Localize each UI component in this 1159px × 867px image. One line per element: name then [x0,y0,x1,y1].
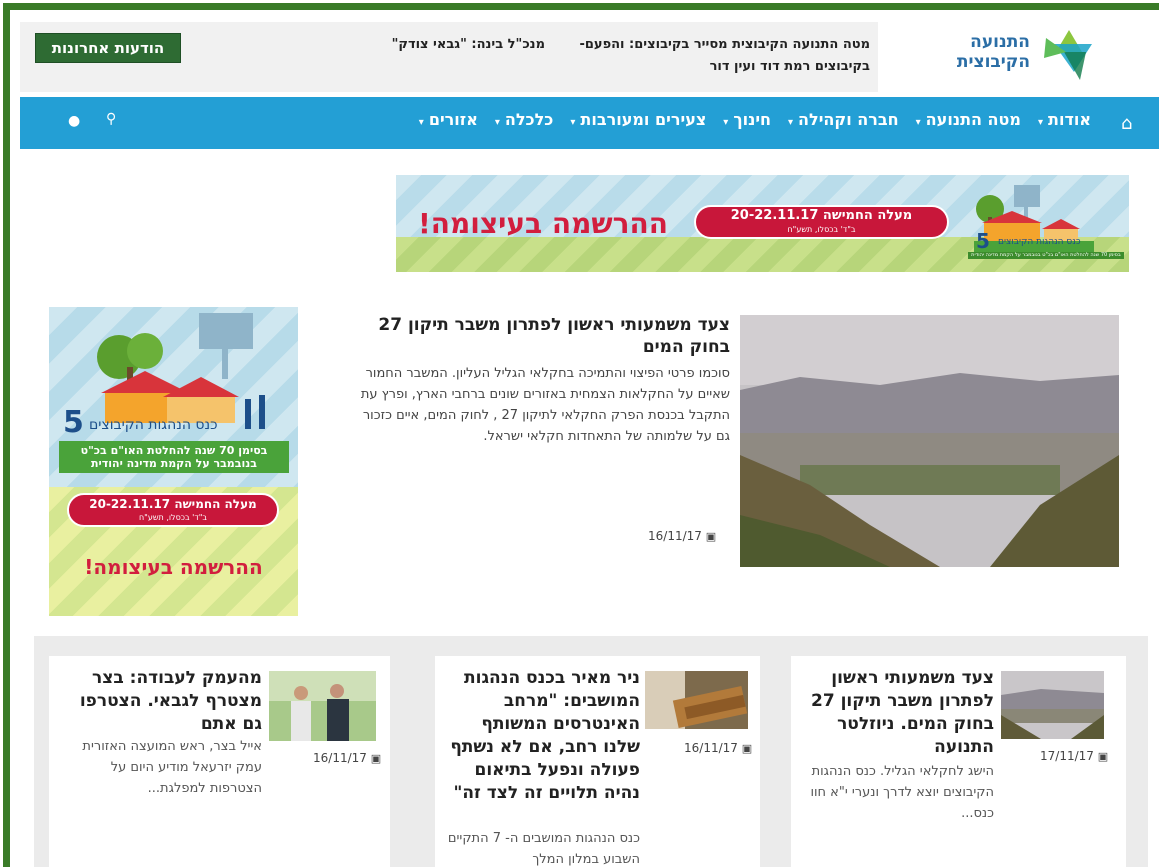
card-date: 17/11/17 ▣ [1040,749,1109,763]
banner-date-pill: מעלה החמישה 20-22.11.17 ב"ד' בכסלו, תשע"… [694,205,949,239]
bread-photo-thumbnail [645,671,748,729]
nav-menu: אודות▾ מטה התנועה▾ חברה וקהילה▾ חינוך▾ צ… [402,110,1091,129]
ad-conference-number: 5 [63,405,84,440]
site-logo[interactable]: התנועה הקיבוצית [948,24,1104,86]
card-title[interactable]: מהעמק לעבודה: בצר מצטרף לגבאי. הצטרפו גם… [72,667,262,736]
conference-banner[interactable]: ההרשמה בעיצומה! מעלה החמישה 20-22.11.17 … [396,175,1129,272]
calendar-icon: ▣ [370,752,382,765]
card-thumbnail[interactable] [1001,671,1104,739]
chevron-down-icon: ▾ [570,117,576,128]
people-photo-thumbnail [269,671,376,741]
landscape-photo [740,315,1119,567]
search-icon[interactable]: ⚲ [106,111,116,127]
calendar-icon: ▣ [1097,750,1109,763]
feature-excerpt: סוכמו פרטי הפיצוי והתמיכה בחקלאי הגליל ה… [360,366,730,444]
nav-item-youth[interactable]: צעירים ומעורבות▾ [570,110,706,129]
calendar-icon: ▣ [705,530,717,543]
card-date: 16/11/17 ▣ [313,751,382,765]
banner-pill-dates: מעלה החמישה 20-22.11.17 [730,208,913,223]
ad-date-pill: מעלה החמישה 20-22.11.17 ב"ד' בכסלו, תשע"… [67,493,279,527]
chevron-down-icon: ▾ [418,117,424,128]
feature-title[interactable]: צעד משמעותי ראשון לפתרון משבר תיקון 27 ב… [346,314,730,358]
logo-text: התנועה הקיבוצית [956,32,1030,72]
nav-item-hq[interactable]: מטה התנועה▾ [916,110,1021,129]
ad-conference-subtitle: בסימן 70 שנה להחלטת האו"ם בכ"ט בנובמבר ע… [59,441,289,473]
main-nav: ⌂ אודות▾ מטה התנועה▾ חברה וקהילה▾ חינוך▾… [20,97,1159,149]
nav-item-regions[interactable]: אזורים▾ [419,110,478,129]
card-thumbnail[interactable] [269,671,376,741]
logo-star-icon [1044,30,1092,80]
card-title[interactable]: ניר מאיר בכנס הנהגות המושבים: "מרחב האינ… [447,667,640,805]
chevron-down-icon: ▾ [788,117,794,128]
card-excerpt: הישג לחקלאי הגליל. כנס הנהגות הקיבוצים י… [810,764,994,821]
latest-news-button[interactable]: הודעות אחרונות [35,33,181,63]
ad-pill-dates: מעלה החמישה 20-22.11.17 [89,497,257,511]
banner-conference-title: כנס הנהגות הקיבוצים [998,237,1081,247]
card-date: 16/11/17 ▣ [684,741,753,755]
nav-item-community[interactable]: חברה וקהילה▾ [788,110,899,129]
nav-item-education[interactable]: חינוך▾ [723,110,771,129]
ad-cta: ההרשמה בעיצומה! [84,555,263,579]
banner-conference-number: 5 [976,229,990,253]
ad-conference-title: כנס הנהגות הקיבוצים [89,417,218,433]
card-excerpt: אייל בצר, ראש המועצה האזורית עמק יזרעאל … [82,739,262,796]
ad-pill-hebrew-date: ב"ד' בכסלו, תשע"ח [138,513,208,522]
news-ticker-main[interactable]: מטה התנועה הקיבוצית מסייר בקיבוצים: והפע… [548,34,870,78]
chevron-down-icon: ▾ [723,117,729,128]
home-icon[interactable]: ⌂ [1121,113,1132,134]
news-ticker-secondary[interactable]: מנכ"ל בינה: "גבאי צודק" [355,34,545,56]
nav-item-about[interactable]: אודות▾ [1038,110,1091,129]
card-excerpt: כנס הנהגות המושבים ה- 7 התקיים השבוע במל… [447,831,640,867]
card-thumbnail[interactable] [645,671,748,729]
nav-item-economy[interactable]: כלכלה▾ [495,110,554,129]
banner-cta: ההרשמה בעיצומה! [418,207,668,240]
banner-conference-subtitle: בסימן 70 שנה להחלטת האו"ם בכ"ט בנובמבר ע… [968,252,1124,259]
calendar-icon: ▣ [741,742,753,755]
banner-pill-hebrew-date: ב"ד' בכסלו, תשע"ח [787,225,856,234]
chevron-down-icon: ▾ [915,117,921,128]
chevron-down-icon: ▾ [494,117,500,128]
user-icon[interactable]: ● [68,113,80,129]
side-advertisement[interactable]: 5 כנס הנהגות הקיבוצים בסימן 70 שנה להחלט… [49,307,298,616]
landscape-thumbnail [1001,671,1104,739]
feature-date: 16/11/17 ▣ [648,529,717,543]
chevron-down-icon: ▾ [1038,117,1044,128]
feature-image[interactable] [740,315,1119,567]
card-title[interactable]: צעד משמעותי ראשון לפתרון משבר תיקון 27 ב… [806,667,994,759]
